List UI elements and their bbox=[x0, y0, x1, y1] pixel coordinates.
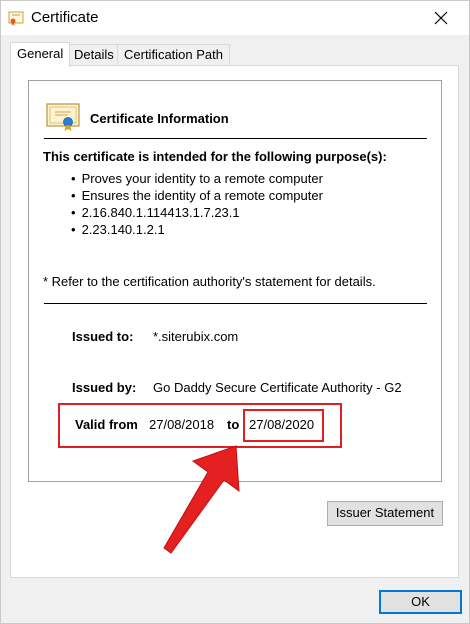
issued-by-value: Go Daddy Secure Certificate Authority - … bbox=[153, 380, 402, 395]
purpose-item: 2.23.140.1.2.1 bbox=[71, 221, 323, 238]
purpose-list: Proves your identity to a remote compute… bbox=[71, 170, 323, 238]
general-tab-panel: Certificate Information This certificate… bbox=[10, 65, 459, 578]
issuer-statement-button[interactable]: Issuer Statement bbox=[327, 501, 443, 526]
issuer-statement-label: Issuer Statement bbox=[335, 505, 435, 520]
tab-general[interactable]: General bbox=[10, 42, 71, 67]
issued-by-label: Issued by: bbox=[72, 380, 137, 395]
valid-to-label: to bbox=[227, 417, 240, 432]
divider-bottom bbox=[44, 303, 427, 304]
purpose-item: 2.16.840.1.114413.1.7.23.1 bbox=[71, 204, 323, 221]
close-button[interactable] bbox=[423, 4, 459, 32]
divider-top bbox=[44, 138, 427, 139]
ok-button[interactable]: OK bbox=[379, 590, 462, 614]
close-icon bbox=[434, 11, 448, 25]
purpose-item: Proves your identity to a remote compute… bbox=[71, 170, 323, 187]
certificate-info-box: Certificate Information This certificate… bbox=[28, 80, 442, 482]
window-title: Certificate bbox=[31, 9, 99, 26]
valid-from-label: Valid from bbox=[75, 417, 138, 432]
certificate-window: Certificate General Details Certificatio… bbox=[0, 0, 470, 624]
authority-note: * Refer to the certification authority's… bbox=[43, 274, 376, 289]
issued-to-value: *.siterubix.com bbox=[153, 329, 239, 344]
valid-to-value: 27/08/2020 bbox=[249, 417, 315, 432]
certificate-info-icon bbox=[46, 103, 80, 131]
purpose-title: This certificate is intended for the fol… bbox=[43, 149, 387, 164]
purpose-item: Ensures the identity of a remote compute… bbox=[71, 187, 323, 204]
title-bar: Certificate bbox=[1, 1, 469, 35]
issued-to-label: Issued to: bbox=[72, 329, 134, 344]
certificate-info-heading: Certificate Information bbox=[90, 111, 229, 126]
valid-from-value: 27/08/2018 bbox=[149, 417, 215, 432]
tab-details[interactable]: Details bbox=[67, 44, 121, 66]
certificate-icon bbox=[8, 11, 24, 26]
tab-certification-path[interactable]: Certification Path bbox=[117, 44, 230, 66]
